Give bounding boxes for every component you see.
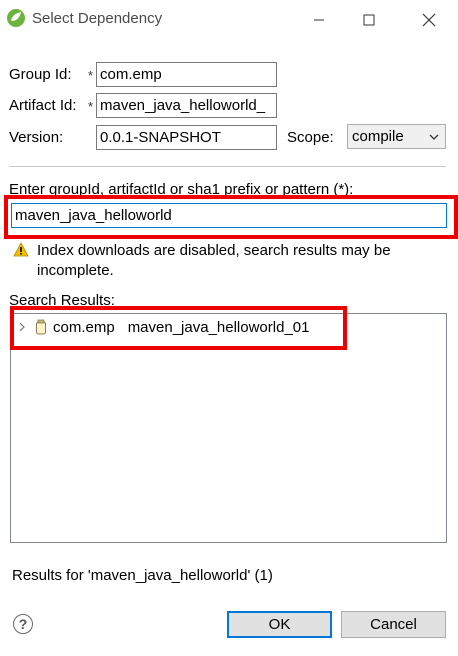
scope-selected-value: compile bbox=[352, 128, 404, 145]
artifact-id-label: Artifact Id: bbox=[9, 97, 77, 114]
warning-icon bbox=[13, 242, 29, 257]
jar-icon bbox=[36, 319, 46, 335]
result-artifact: maven_java_helloworld_01 bbox=[127, 318, 310, 336]
ok-button[interactable]: OK bbox=[227, 611, 332, 638]
cancel-button[interactable]: Cancel bbox=[341, 611, 446, 638]
minimize-icon bbox=[314, 19, 324, 21]
scope-select[interactable]: compile bbox=[347, 124, 446, 149]
result-group: com.emp bbox=[53, 318, 115, 336]
scope-label: Scope: bbox=[287, 129, 334, 146]
warning-text: Index downloads are disabled, search res… bbox=[37, 242, 391, 279]
maximize-icon bbox=[363, 14, 375, 26]
results-status: Results for 'maven_java_helloworld' (1) bbox=[12, 567, 273, 584]
version-label: Version: bbox=[9, 129, 64, 146]
result-row[interactable]: com.emp maven_java_helloworld_01 bbox=[17, 317, 309, 337]
app-icon bbox=[7, 9, 25, 27]
minimize-button[interactable] bbox=[296, 0, 342, 40]
window-title: Select Dependency bbox=[32, 10, 163, 27]
title-bar: Select Dependency bbox=[0, 0, 458, 40]
chevron-down-icon bbox=[429, 134, 439, 140]
artifact-id-field[interactable]: maven_java_helloworld_ bbox=[96, 93, 277, 118]
expand-arrow-icon[interactable] bbox=[17, 322, 27, 332]
group-id-field[interactable]: com.emp bbox=[96, 62, 277, 87]
help-icon[interactable]: ? bbox=[13, 614, 33, 634]
artifact-id-required-mark: * bbox=[88, 99, 94, 114]
close-icon bbox=[422, 13, 436, 27]
group-id-required-mark: * bbox=[88, 68, 94, 83]
maximize-button[interactable] bbox=[346, 0, 392, 40]
close-button[interactable] bbox=[406, 0, 452, 40]
group-id-label: Group Id: bbox=[9, 66, 72, 83]
version-field[interactable]: 0.0.1-SNAPSHOT bbox=[96, 125, 277, 150]
separator bbox=[9, 166, 446, 167]
search-input[interactable]: maven_java_helloworld bbox=[11, 203, 447, 228]
